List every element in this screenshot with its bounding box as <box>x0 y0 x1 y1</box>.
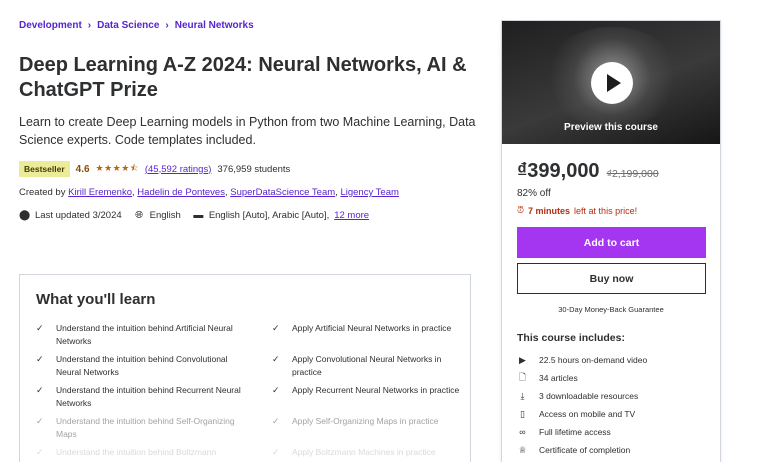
preview-label: Preview this course <box>564 122 658 133</box>
course-meta: ⬤ Last updated 3/2024 🌐︎ English ▬ Engli… <box>19 210 369 221</box>
breadcrumb-development[interactable]: Development <box>19 20 82 31</box>
learn-item: ✓ Apply Artificial Neural Networks in pra… <box>272 322 470 347</box>
author-link[interactable]: Kirill Eremenko <box>68 187 132 198</box>
article-icon: 🗋︎ <box>518 372 527 382</box>
alert-badge-icon: ⬤ <box>19 210 31 221</box>
learn-item: ✓ Apply Recurrent Neural Networks in prac… <box>272 384 470 409</box>
learn-item-text: Apply Artificial Neural Networks in prac… <box>292 323 452 333</box>
infinity-icon: ∞ <box>519 427 526 437</box>
bestseller-badge: Bestseller <box>19 161 70 177</box>
timer-time: 7 minutes <box>528 205 571 216</box>
learn-item-text: Understand the intuition behind Artifici… <box>56 323 233 346</box>
video-icon: ▶ <box>519 354 526 365</box>
last-updated-text: Last updated 3/2024 <box>35 210 122 221</box>
learn-title: What you'll learn <box>36 291 156 308</box>
learn-item: ✓ Apply Boltzmann Machines in practice <box>272 446 470 462</box>
money-back-guarantee: 30-Day Money-Back Guarantee <box>558 305 664 314</box>
ratings-count-link[interactable]: (45,592 ratings) <box>145 164 212 175</box>
check-icon: ✓ <box>36 416 44 426</box>
list-item: ▯ Access on mobile and TV <box>517 405 647 423</box>
course-preview[interactable]: Preview this course <box>502 21 720 144</box>
discount-percent: 82% off <box>517 188 551 199</box>
check-icon: ✓ <box>272 416 280 426</box>
author-link[interactable]: Ligency Team <box>340 187 398 198</box>
learn-item-text: Apply Boltzmann Machines in practice <box>292 447 436 457</box>
rating-row: Bestseller 4.6 ★★★★⯪ (45,592 ratings) 37… <box>19 161 290 177</box>
check-icon: ✓ <box>272 447 280 457</box>
learn-item-text: Apply Self-Organizing Maps in practice <box>292 416 439 426</box>
include-text: 34 articles <box>539 373 578 383</box>
buy-now-button[interactable]: Buy now <box>517 263 706 294</box>
chevron-right-icon: › <box>165 20 169 31</box>
list-item: ▶ 22.5 hours on-demand video <box>517 351 647 369</box>
captions-text: English [Auto], Arabic [Auto], <box>208 210 330 221</box>
download-icon: ⤓ <box>520 390 525 401</box>
learn-item: ✓ Understand the intuition behind Convolu… <box>36 353 254 378</box>
what-youll-learn: What you'll learn ✓ Understand the intuit… <box>19 274 471 462</box>
include-text: Certificate of completion <box>539 445 631 455</box>
learn-item-text: Apply Convolutional Neural Networks in p… <box>292 354 442 377</box>
learn-item: ✓ Apply Self-Organizing Maps in practice <box>272 415 470 440</box>
include-text: Full lifetime access <box>539 427 611 437</box>
language: 🌐︎ English <box>134 210 181 221</box>
include-text: 3 downloadable resources <box>539 391 639 401</box>
language-text: English <box>149 210 181 221</box>
original-price: ₫2,199,000 <box>606 168 659 180</box>
add-to-cart-button[interactable]: Add to cart <box>517 227 706 258</box>
captions-more-link[interactable]: 12 more <box>334 210 369 221</box>
created-by: Created by Kirill Eremenko, Hadelin de P… <box>19 187 399 198</box>
created-by-label: Created by <box>19 187 66 198</box>
list-item: ♕ Certificate of completion <box>517 441 647 459</box>
check-icon: ✓ <box>272 354 280 364</box>
captions: ▬ English [Auto], Arabic [Auto], 12 more <box>193 210 369 221</box>
course-subtitle: Learn to create Deep Learning models in … <box>19 115 476 147</box>
closed-captions-icon: ▬ <box>193 210 204 221</box>
include-text: 22.5 hours on-demand video <box>539 355 648 365</box>
learn-item: ✓ Understand the intuition behind Boltzma… <box>36 446 254 462</box>
learn-item-text: Understand the intuition behind Self-Org… <box>56 416 235 439</box>
learn-item-text: Understand the intuition behind Convolut… <box>56 354 228 377</box>
learn-grid: ✓ Understand the intuition behind Artific… <box>36 322 459 462</box>
learn-item: ✓ Understand the intuition behind Self-Or… <box>36 415 254 440</box>
check-icon: ✓ <box>36 354 44 364</box>
author-link[interactable]: SuperDataScience Team <box>230 187 335 198</box>
globe-icon: 🌐︎ <box>135 210 144 221</box>
rating-value: 4.6 <box>75 163 90 175</box>
play-icon[interactable] <box>591 62 633 104</box>
check-icon: ✓ <box>36 447 44 457</box>
students-count: 376,959 students <box>217 163 291 175</box>
purchase-sidebar: Preview this course ₫399,000 ₫2,199,000 … <box>501 20 721 462</box>
list-item: 🗋︎ 34 articles <box>517 369 647 387</box>
mobile-icon: ▯ <box>520 408 525 419</box>
learn-item-text: Understand the intuition behind Recurren… <box>56 385 241 408</box>
includes-title: This course includes: <box>517 332 625 344</box>
learn-item: ✓ Understand the intuition behind Artific… <box>36 322 254 347</box>
current-price: ₫399,000 <box>517 160 600 182</box>
learn-item-text: Understand the intuition behind Boltzman… <box>56 447 217 462</box>
breadcrumb: Development › Data Science › Neural Netw… <box>19 20 254 31</box>
include-text: Access on mobile and TV <box>539 409 636 419</box>
course-title: Deep Learning A-Z 2024: Neural Networks,… <box>19 54 467 101</box>
timer-text: left at this price! <box>574 205 638 216</box>
trophy-icon: ♕ <box>518 444 527 455</box>
chevron-right-icon: › <box>87 20 92 31</box>
check-icon: ✓ <box>36 385 44 395</box>
check-icon: ✓ <box>36 323 44 333</box>
breadcrumb-data-science[interactable]: Data Science <box>97 20 159 31</box>
star-rating-icon: ★★★★⯪ <box>95 163 139 173</box>
alarm-clock-icon: ⏰︎ <box>517 205 525 215</box>
check-icon: ✓ <box>272 385 280 395</box>
list-item: ∞ Full lifetime access <box>517 423 647 441</box>
author-link[interactable]: Hadelin de Ponteves <box>137 187 225 198</box>
breadcrumb-neural-networks[interactable]: Neural Networks <box>175 20 254 31</box>
list-item: ⤓ 3 downloadable resources <box>517 387 647 405</box>
price-timer: ⏰︎ 7 minutes left at this price! <box>517 205 637 216</box>
includes-list: ▶ 22.5 hours on-demand video 🗋︎ 34 article… <box>517 351 647 459</box>
check-icon: ✓ <box>272 323 280 333</box>
last-updated: ⬤ Last updated 3/2024 <box>19 210 122 221</box>
price-row: ₫399,000 ₫2,199,000 <box>517 160 659 183</box>
learn-item: ✓ Understand the intuition behind Recurre… <box>36 384 254 409</box>
learn-item: ✓ Apply Convolutional Neural Networks in … <box>272 353 470 378</box>
learn-item-text: Apply Recurrent Neural Networks in pract… <box>292 385 460 395</box>
